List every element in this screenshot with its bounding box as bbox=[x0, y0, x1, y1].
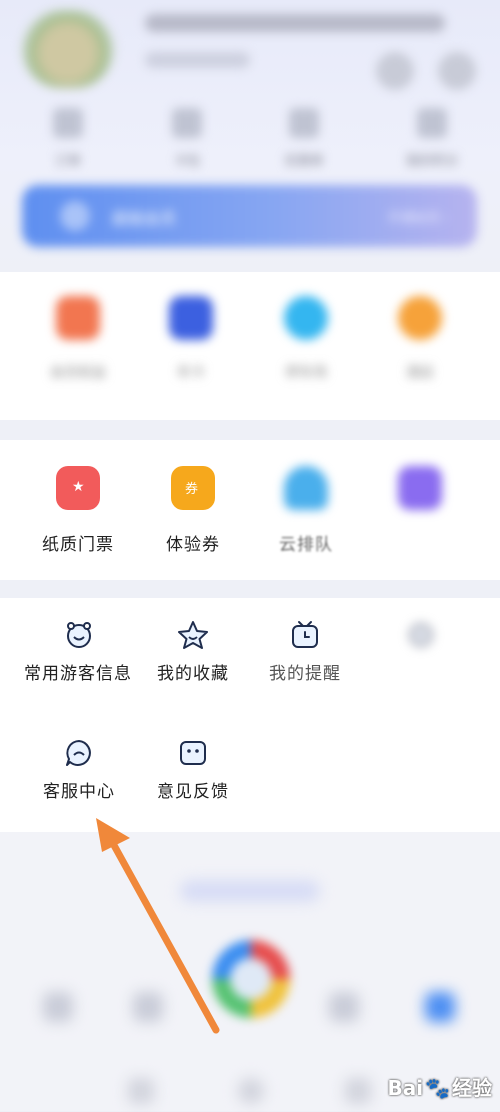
card-icon bbox=[172, 108, 202, 138]
back-icon[interactable] bbox=[345, 1078, 371, 1104]
message-icon bbox=[329, 992, 359, 1022]
open-member-button[interactable]: 开通会员 › bbox=[388, 207, 449, 226]
gift-icon bbox=[56, 296, 100, 340]
member-banner[interactable]: 超级会员 开通会员 › bbox=[22, 185, 477, 247]
load-more-banner[interactable] bbox=[180, 880, 320, 902]
services-section: 会员权益 年卡 停车场 酒店 bbox=[0, 272, 500, 420]
my-reminders[interactable]: 我的提醒 bbox=[240, 620, 370, 686]
scan-icon[interactable] bbox=[376, 52, 414, 90]
member-level-badge bbox=[145, 52, 250, 68]
profile-header: 订单 卡包 优惠券 我的积分 超级会员 开通会员 › bbox=[0, 0, 500, 270]
cloud-queue-icon bbox=[284, 466, 328, 510]
paw-icon: 🐾 bbox=[425, 1076, 450, 1100]
order-icon bbox=[53, 108, 83, 138]
tab-discover[interactable] bbox=[108, 992, 188, 1028]
quick-points[interactable]: 我的积分 bbox=[372, 108, 492, 169]
parking-icon bbox=[284, 296, 328, 340]
home-circle-icon[interactable] bbox=[238, 1078, 264, 1104]
service-benefits[interactable]: 会员权益 bbox=[18, 296, 138, 382]
paper-ticket-button[interactable]: ★ 纸质门票 bbox=[18, 466, 138, 555]
experience-voucher-button[interactable]: 券 体验券 bbox=[133, 466, 253, 555]
username bbox=[145, 14, 445, 32]
tab-mine[interactable] bbox=[400, 992, 480, 1028]
tools-section: 常用游客信息 我的收藏 我的提醒 客服中心 意见反馈 bbox=[0, 598, 500, 832]
service-parking[interactable]: 停车场 bbox=[246, 296, 366, 382]
paper-ticket-icon: ★ bbox=[56, 466, 100, 510]
face-icon bbox=[67, 622, 91, 648]
points-icon bbox=[417, 108, 447, 138]
center-logo-icon[interactable] bbox=[212, 940, 290, 1018]
feedback[interactable]: 意见反馈 bbox=[128, 738, 258, 804]
avatar[interactable] bbox=[22, 10, 114, 88]
tab-home[interactable] bbox=[18, 992, 98, 1028]
customer-service-center[interactable]: 客服中心 bbox=[14, 738, 144, 804]
menu-icon[interactable] bbox=[128, 1078, 154, 1104]
quick-coupon[interactable]: 优惠券 bbox=[244, 108, 364, 169]
watermark: Bai 🐾 经验 bbox=[387, 1076, 492, 1100]
coupon-icon bbox=[289, 108, 319, 138]
star-icon bbox=[178, 621, 208, 649]
crown-icon bbox=[60, 201, 90, 231]
gear-icon[interactable] bbox=[438, 52, 476, 90]
quick-order[interactable]: 订单 bbox=[8, 108, 128, 169]
yearcard-icon bbox=[169, 296, 213, 340]
purple-card-icon bbox=[398, 466, 442, 510]
discover-icon bbox=[133, 992, 163, 1022]
service-yearcard[interactable]: 年卡 bbox=[131, 296, 251, 382]
experience-voucher-icon: 券 bbox=[171, 466, 215, 510]
clock-icon bbox=[292, 621, 318, 648]
hotel-icon bbox=[398, 296, 442, 340]
settings-icon bbox=[409, 623, 433, 647]
purple-card-button[interactable] bbox=[360, 466, 480, 530]
quick-links: 订单 卡包 优惠券 我的积分 bbox=[0, 108, 500, 169]
my-favorites[interactable]: 我的收藏 bbox=[128, 620, 258, 686]
mine-icon bbox=[425, 992, 455, 1022]
service-chat-icon bbox=[66, 740, 91, 766]
tab-message[interactable] bbox=[304, 992, 384, 1028]
cloud-queue-button[interactable]: 云排队 bbox=[246, 466, 366, 555]
settings-entry[interactable] bbox=[356, 620, 486, 662]
tickets-section: ★ 纸质门票 券 体验券 云排队 bbox=[0, 440, 500, 580]
home-icon bbox=[43, 992, 73, 1022]
frequent-visitor-info[interactable]: 常用游客信息 bbox=[14, 620, 144, 686]
feedback-icon bbox=[180, 741, 206, 765]
service-hotel[interactable]: 酒店 bbox=[360, 296, 480, 382]
quick-card[interactable]: 卡包 bbox=[127, 108, 247, 169]
bottom-area bbox=[0, 832, 500, 1111]
